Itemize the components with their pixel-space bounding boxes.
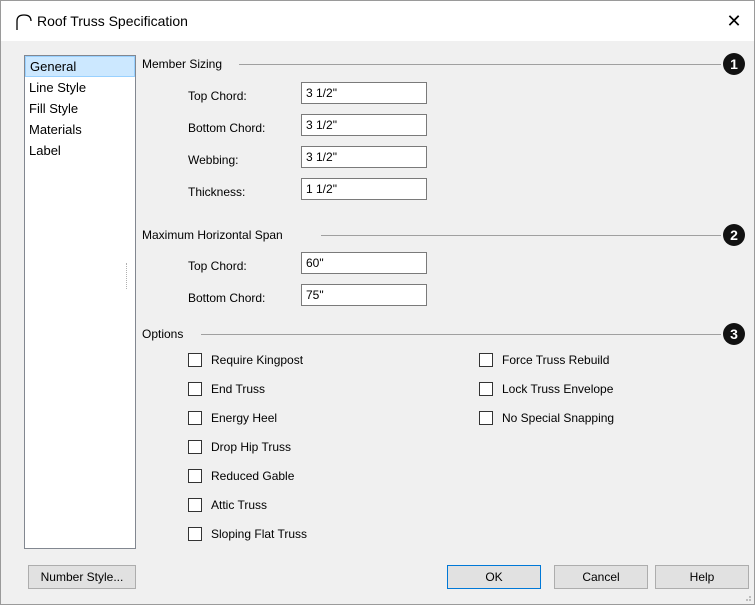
thickness-label: Thickness: bbox=[188, 185, 246, 199]
max-span-title: Maximum Horizontal Span bbox=[142, 228, 283, 242]
checkbox-box[interactable] bbox=[188, 382, 202, 396]
bottom-chord-size-input[interactable] bbox=[301, 114, 427, 136]
checkbox-label: End Truss bbox=[211, 382, 266, 396]
attic-truss-checkbox[interactable]: Attic Truss bbox=[188, 498, 267, 512]
title-bar: Roof Truss Specification ✕ bbox=[1, 1, 754, 41]
checkbox-box[interactable] bbox=[188, 440, 202, 454]
checkbox-box[interactable] bbox=[479, 411, 493, 425]
checkbox-label: Attic Truss bbox=[211, 498, 268, 512]
checkbox-box[interactable] bbox=[188, 469, 202, 483]
checkbox-label: Lock Truss Envelope bbox=[502, 382, 614, 396]
checkbox-box[interactable] bbox=[188, 353, 202, 367]
member-sizing-divider bbox=[239, 64, 721, 65]
tab-general[interactable]: General bbox=[25, 56, 135, 77]
checkbox-label: Force Truss Rebuild bbox=[502, 353, 610, 367]
checkbox-box[interactable] bbox=[479, 382, 493, 396]
roof-truss-dialog: Roof Truss Specification ✕ General Line … bbox=[0, 0, 755, 605]
panel-splitter[interactable] bbox=[126, 263, 129, 289]
callout-2: 2 bbox=[723, 224, 745, 246]
span-top-chord-label: Top Chord: bbox=[188, 259, 247, 273]
tab-fill-style[interactable]: Fill Style bbox=[25, 98, 135, 119]
tab-label[interactable]: Label bbox=[25, 140, 135, 161]
top-chord-size-input[interactable] bbox=[301, 82, 427, 104]
require-kingpost-checkbox[interactable]: Require Kingpost bbox=[188, 353, 303, 367]
bottom-chord-label: Bottom Chord: bbox=[188, 121, 266, 135]
webbing-label: Webbing: bbox=[188, 153, 239, 167]
checkbox-box[interactable] bbox=[188, 498, 202, 512]
options-divider bbox=[201, 334, 721, 335]
webbing-size-input[interactable] bbox=[301, 146, 427, 168]
end-truss-checkbox[interactable]: End Truss bbox=[188, 382, 265, 396]
callout-1: 1 bbox=[723, 53, 745, 75]
top-chord-label: Top Chord: bbox=[188, 89, 247, 103]
checkbox-label: Drop Hip Truss bbox=[211, 440, 292, 454]
checkbox-label: Sloping Flat Truss bbox=[211, 527, 308, 541]
tab-line-style[interactable]: Line Style bbox=[25, 77, 135, 98]
checkbox-box[interactable] bbox=[188, 527, 202, 541]
member-sizing-title: Member Sizing bbox=[142, 57, 223, 71]
cancel-button[interactable]: Cancel bbox=[554, 565, 648, 589]
roof-truss-icon bbox=[16, 14, 32, 30]
checkbox-box[interactable] bbox=[479, 353, 493, 367]
force-truss-rebuild-checkbox[interactable]: Force Truss Rebuild bbox=[479, 353, 609, 367]
callout-3: 3 bbox=[723, 323, 745, 345]
drop-hip-truss-checkbox[interactable]: Drop Hip Truss bbox=[188, 440, 291, 454]
checkbox-label: No Special Snapping bbox=[502, 411, 615, 425]
lock-truss-envelope-checkbox[interactable]: Lock Truss Envelope bbox=[479, 382, 613, 396]
tab-materials[interactable]: Materials bbox=[25, 119, 135, 140]
close-icon[interactable]: ✕ bbox=[722, 9, 746, 33]
thickness-input[interactable] bbox=[301, 178, 427, 200]
checkbox-label: Energy Heel bbox=[211, 411, 278, 425]
span-top-chord-input[interactable] bbox=[301, 252, 427, 274]
checkbox-label: Require Kingpost bbox=[211, 353, 304, 367]
help-button[interactable]: Help bbox=[655, 565, 749, 589]
reduced-gable-checkbox[interactable]: Reduced Gable bbox=[188, 469, 294, 483]
number-style-button[interactable]: Number Style... bbox=[28, 565, 136, 589]
options-title: Options bbox=[142, 327, 184, 341]
checkbox-box[interactable] bbox=[188, 411, 202, 425]
sloping-flat-truss-checkbox[interactable]: Sloping Flat Truss bbox=[188, 527, 307, 541]
checkbox-label: Reduced Gable bbox=[211, 469, 295, 483]
energy-heel-checkbox[interactable]: Energy Heel bbox=[188, 411, 277, 425]
max-span-divider bbox=[321, 235, 721, 236]
window-title: Roof Truss Specification bbox=[37, 13, 188, 29]
ok-button[interactable]: OK bbox=[447, 565, 541, 589]
span-bottom-chord-input[interactable] bbox=[301, 284, 427, 306]
resize-grip-icon[interactable] bbox=[742, 592, 752, 602]
no-special-snapping-checkbox[interactable]: No Special Snapping bbox=[479, 411, 614, 425]
span-bottom-chord-label: Bottom Chord: bbox=[188, 291, 266, 305]
category-list: General Line Style Fill Style Materials … bbox=[24, 55, 136, 549]
